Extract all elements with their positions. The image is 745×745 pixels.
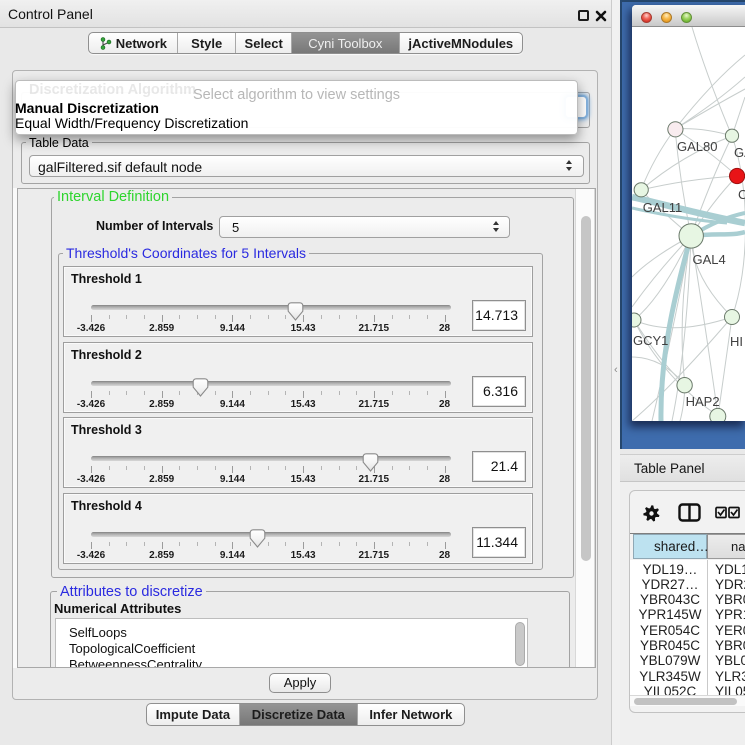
svg-text:CR: CR (738, 187, 745, 202)
svg-text:GAL4: GAL4 (693, 252, 726, 267)
svg-text:GAL80: GAL80 (677, 139, 717, 154)
svg-text:GCY1: GCY1 (633, 333, 668, 348)
svg-text:GAL11: GAL11 (643, 200, 683, 215)
svg-text:HI: HI (730, 334, 743, 349)
svg-text:HAP2: HAP2 (686, 394, 720, 409)
svg-text:GA: GA (734, 145, 745, 160)
